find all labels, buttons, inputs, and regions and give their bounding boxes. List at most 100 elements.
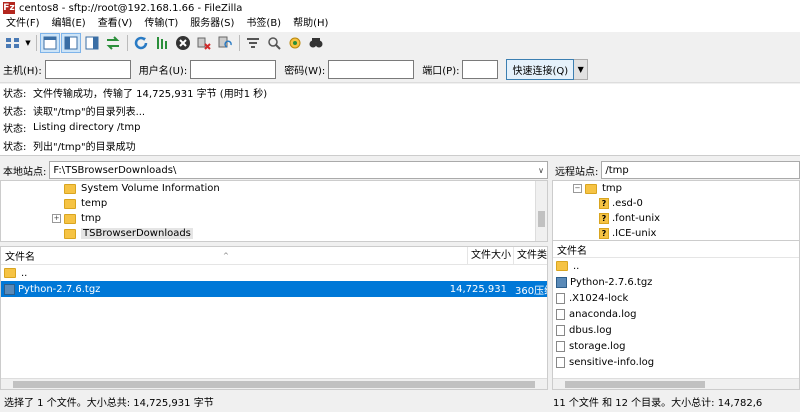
menu-server[interactable]: 服务器(S) [184,16,240,32]
tree-item[interactable]: + tmp [1,211,547,226]
folder-icon [4,268,16,278]
chevron-down-icon[interactable]: ∨ [538,166,544,175]
refresh-icon[interactable] [131,33,151,53]
toggle-message-log-icon[interactable] [40,33,60,53]
tree-item-label: System Volume Information [81,183,220,194]
scrollbar-thumb[interactable] [565,381,705,388]
remote-site-bar: 远程站点: /tmp [552,160,800,180]
local-path-input[interactable]: F:\TSBrowserDownloads\ ∨ [49,161,548,179]
tree-item-label: .font-unix [612,213,661,224]
tree-item[interactable]: ? .font-unix [553,211,799,226]
synchronized-browsing-icon[interactable] [285,33,305,53]
tree-item[interactable]: − tmp [553,181,799,196]
file-row[interactable]: sensitive-info.log [553,354,799,370]
directory-listing-filter-icon[interactable] [243,33,263,53]
remote-file-list-scrollbar[interactable] [553,378,799,389]
file-row-selected[interactable]: Python-2.7.6.tgz 14,725,931 360压缩 [1,281,547,297]
menu-bar: 文件(F) 编辑(E) 查看(V) 传输(T) 服务器(S) 书签(B) 帮助(… [0,16,800,32]
local-site-bar: 本地站点: F:\TSBrowserDownloads\ ∨ [0,160,548,180]
port-input[interactable] [462,59,499,79]
log-message: 列出"/tmp"的目录成功 [33,141,136,153]
cancel-operation-icon[interactable] [173,33,193,53]
sort-ascending-icon: ^ [223,251,229,260]
file-row[interactable]: Python-2.7.6.tgz [553,274,799,290]
log-status-key: 状态: [3,89,27,101]
toggle-remote-tree-icon[interactable] [82,33,102,53]
quickconnect-bar: 主机(H): 用户名(U): 密码(W): 端口(P): 快速连接(Q) ▼ [0,56,800,83]
toolbar-divider [36,35,37,51]
log-message: 读取"/tmp"的目录列表... [33,106,146,118]
toggle-local-tree-icon[interactable] [61,33,81,53]
message-log[interactable]: 状态: 文件传输成功，传输了 14,725,931 字节 (用时1 秒) 状态:… [0,84,800,156]
search-remote-files-icon[interactable] [306,33,326,53]
remote-path-input[interactable]: /tmp [601,161,800,179]
site-manager-icon[interactable] [3,33,23,53]
log-status-key: 状态: [3,106,27,118]
chevron-down-icon: ▼ [577,64,584,74]
tree-item[interactable]: ? .esd-0 [553,196,799,211]
unknown-folder-icon: ? [599,213,609,224]
tree-item-selected[interactable]: TSBrowserDownloads [1,226,547,241]
directory-comparison-icon[interactable] [264,33,284,53]
menu-help[interactable]: 帮助(H) [287,16,334,32]
tree-item[interactable]: ? .ICE-unix [553,226,799,241]
username-label: 用户名(U): [138,65,188,77]
tree-item[interactable]: temp [1,196,547,211]
window-title: centos8 - sftp://root@192.168.1.66 - Fil… [19,2,243,14]
toolbar-divider [239,35,240,51]
dropdown-arrow-icon[interactable]: ▼ [24,33,32,53]
toolbar-divider [127,35,128,51]
local-file-list[interactable]: 文件名 ^ 文件大小 文件类型 .. Python-2.7.6.tgz 14,7… [0,246,548,390]
file-name: Python-2.7.6.tgz [570,276,653,288]
username-input[interactable] [190,59,277,79]
log-row: 状态: 列出"/tmp"的目录成功 [0,137,800,155]
file-icon [556,308,565,320]
menu-file[interactable]: 文件(F) [0,16,46,32]
password-input[interactable] [328,59,415,79]
host-input[interactable] [44,59,131,79]
file-row[interactable]: dbus.log [553,322,799,338]
file-row[interactable]: anaconda.log [553,306,799,322]
file-row[interactable]: .X1024-lock [553,290,799,306]
local-directory-tree[interactable]: System Volume Information temp + tmp TSB… [0,180,548,242]
remote-file-list[interactable]: 文件名 .. Python-2.7.6.tgz .X1024-lock anac… [552,240,800,390]
folder-icon [585,183,597,194]
local-selection-status: 选择了 1 个文件。大小总共: 14,725,931 字节 [4,398,214,409]
folder-icon [64,228,76,239]
menu-bookmarks[interactable]: 书签(B) [240,16,287,32]
menu-transfer[interactable]: 传输(T) [138,16,184,32]
column-header-filename[interactable]: 文件名 [557,242,587,257]
file-row[interactable]: .. [553,258,799,274]
file-name: sensitive-info.log [569,356,655,368]
reconnect-icon[interactable] [215,33,235,53]
local-tree-scrollbar[interactable] [535,181,547,241]
scrollbar-thumb[interactable] [538,211,545,227]
menu-edit[interactable]: 编辑(E) [46,16,92,32]
disconnect-icon[interactable] [194,33,214,53]
archive-file-icon [556,276,567,288]
column-header-filename[interactable]: 文件名 [5,248,35,263]
log-status-key: 状态: [3,124,27,136]
log-row: 状态: 文件传输成功，传输了 14,725,931 字节 (用时1 秒) [0,84,800,102]
log-message: Listing directory /tmp [33,122,141,134]
quickconnect-history-dropdown[interactable]: ▼ [574,58,589,80]
tree-item[interactable]: System Volume Information [1,181,547,196]
toggle-transfer-queue-icon[interactable] [103,33,123,53]
expand-icon[interactable]: + [52,214,61,223]
remote-site-label: 远程站点: [555,166,599,178]
remote-summary-status: 11 个文件 和 12 个目录。大小总计: 14,782,6 [553,398,763,409]
remote-directory-tree[interactable]: − tmp ? .esd-0 ? .font-unix ? .ICE-unix [552,180,800,242]
collapse-icon[interactable]: − [573,184,582,193]
column-header-filetype[interactable]: 文件类型 [513,247,547,265]
process-queue-icon[interactable] [152,33,172,53]
file-name: .X1024-lock [569,292,629,304]
file-row[interactable]: storage.log [553,338,799,354]
quickconnect-button[interactable]: 快速连接(Q) [506,58,575,80]
file-name: .. [573,260,580,272]
file-row[interactable]: .. [1,265,547,281]
menu-view[interactable]: 查看(V) [92,16,139,32]
local-file-list-scrollbar[interactable] [1,378,547,389]
filezilla-logo-icon: Fz [3,2,15,14]
scrollbar-thumb[interactable] [13,381,535,388]
column-header-filesize[interactable]: 文件大小 [467,247,511,265]
